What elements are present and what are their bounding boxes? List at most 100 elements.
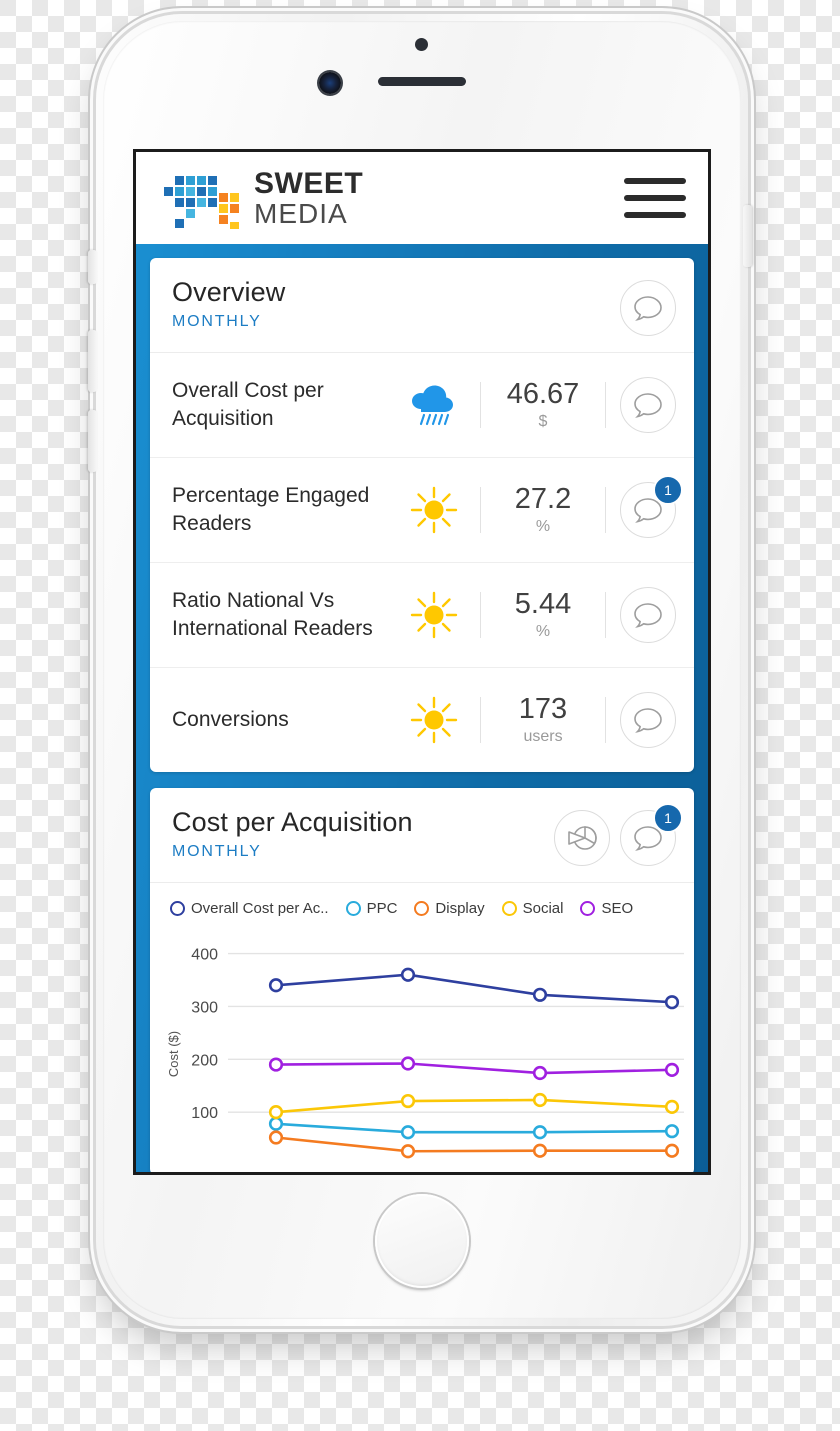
row-divider bbox=[605, 382, 606, 428]
legend-item[interactable]: SEO bbox=[580, 900, 633, 917]
speech-bubble-icon bbox=[634, 392, 662, 418]
overview-card-titles: Overview MONTHLY bbox=[172, 277, 620, 331]
row-divider bbox=[605, 592, 606, 638]
legend-item[interactable]: Overall Cost per Ac.. bbox=[170, 900, 329, 917]
legend-label: SEO bbox=[601, 900, 634, 917]
y-axis-tick-label: 200 bbox=[191, 1052, 218, 1069]
legend-swatch-ppc bbox=[345, 901, 361, 916]
data-point bbox=[532, 1143, 548, 1158]
metric-comment-button[interactable]: 1 bbox=[620, 475, 683, 538]
legend-item[interactable]: Social bbox=[501, 900, 563, 917]
chart-drilldown-button[interactable] bbox=[554, 810, 610, 866]
y-axis-tick-label: 400 bbox=[191, 947, 218, 964]
metric-label: Ratio National Vs International Readers bbox=[172, 589, 373, 640]
metric-row[interactable]: Overall Cost per Acquisition 46.67 $ bbox=[150, 353, 694, 458]
series-line-Overall Cost per Ac.. bbox=[275, 973, 673, 1004]
sun-icon bbox=[410, 696, 458, 744]
row-divider bbox=[480, 697, 481, 743]
app-header: SWEET MEDIA bbox=[136, 152, 708, 244]
data-point bbox=[400, 1093, 416, 1109]
data-point bbox=[532, 987, 548, 1002]
legend-swatch-social bbox=[501, 901, 517, 916]
metric-value: 27.2 bbox=[514, 482, 572, 515]
data-point bbox=[664, 995, 680, 1010]
legend-swatch-overall bbox=[170, 901, 185, 916]
chart-comment-button[interactable]: 1 bbox=[620, 803, 683, 866]
rain-cloud-icon bbox=[412, 385, 453, 426]
pie-arrow-drilldown-icon bbox=[568, 826, 597, 850]
legend-item[interactable]: Display bbox=[414, 900, 485, 917]
front-camera-icon bbox=[319, 72, 341, 94]
chart-plot-area[interactable]: 100 200 300 400 Cost ($) bbox=[150, 923, 694, 1175]
sun-icon bbox=[410, 591, 458, 639]
hamburger-bar bbox=[624, 212, 686, 218]
overview-header-actions bbox=[620, 280, 676, 336]
row-divider bbox=[480, 382, 481, 428]
series-line-PPC bbox=[275, 1122, 673, 1134]
brand-logo[interactable]: SWEET MEDIA bbox=[162, 167, 363, 229]
y-axis-tick-label: 100 bbox=[191, 1105, 218, 1122]
comment-count-badge: 1 bbox=[653, 475, 683, 505]
metric-label: Overall Cost per Acquisition bbox=[172, 379, 324, 430]
chart-title: Cost per Acquisition bbox=[172, 807, 413, 837]
row-divider bbox=[605, 487, 606, 533]
brand-name-top: SWEET bbox=[254, 166, 364, 200]
metric-value-block: 5.44 % bbox=[495, 587, 591, 641]
pixel-map-logo-icon bbox=[164, 176, 239, 229]
legend-swatch-display bbox=[414, 901, 430, 916]
sun-icon bbox=[410, 486, 458, 534]
metric-label: Conversions bbox=[172, 708, 289, 732]
overview-comment-button[interactable] bbox=[620, 280, 676, 336]
data-point bbox=[268, 1105, 284, 1120]
overview-card: Overview MONTHLY Overall Cost per Acquis… bbox=[150, 258, 694, 772]
comment-count-badge: 1 bbox=[653, 803, 683, 833]
phone-screen: SWEET MEDIA Overview MONTHLY Overall Cos… bbox=[133, 149, 711, 1175]
power-button[interactable] bbox=[743, 205, 752, 267]
overview-title: Overview bbox=[172, 277, 286, 307]
home-button[interactable] bbox=[375, 1194, 469, 1288]
volume-up-button[interactable] bbox=[88, 330, 97, 392]
legend-item[interactable]: PPC bbox=[345, 900, 397, 917]
data-point bbox=[268, 1116, 284, 1131]
earpiece-speaker bbox=[378, 77, 466, 86]
data-point bbox=[532, 1065, 548, 1081]
data-point bbox=[664, 1124, 680, 1139]
chart-legend: Overall Cost per Ac.. PPC Display Social… bbox=[150, 883, 694, 923]
legend-label: Overall Cost per Ac.. bbox=[191, 900, 329, 917]
y-axis-title: Cost ($) bbox=[166, 1031, 181, 1077]
metric-row[interactable]: Percentage Engaged Readers 27.2 % 1 bbox=[150, 458, 694, 563]
metric-unit: % bbox=[535, 623, 551, 641]
metric-value-block: 46.67 $ bbox=[495, 377, 591, 431]
mute-switch[interactable] bbox=[88, 250, 97, 284]
cost-per-acquisition-card: Cost per Acquisition MONTHLY 1 Overall C… bbox=[150, 788, 694, 1175]
metric-value: 5.44 bbox=[514, 587, 572, 620]
speech-bubble-icon bbox=[634, 602, 662, 628]
metric-status-icon bbox=[402, 382, 466, 428]
cost-per-acquisition-line-chart[interactable]: 100 200 300 400 Cost ($) bbox=[156, 925, 694, 1175]
series-line-Display bbox=[275, 1136, 672, 1153]
metric-comment-button[interactable] bbox=[620, 692, 676, 748]
hamburger-bar bbox=[624, 195, 686, 201]
metric-comment-button[interactable] bbox=[620, 587, 676, 643]
data-point bbox=[664, 1062, 680, 1077]
metric-row[interactable]: Ratio National Vs International Readers bbox=[150, 563, 694, 668]
metric-unit: $ bbox=[538, 413, 548, 431]
metric-value-block: 173 users bbox=[495, 693, 591, 746]
metric-status-icon bbox=[402, 695, 466, 745]
hamburger-menu-icon[interactable] bbox=[624, 178, 686, 218]
chart-header-actions: 1 bbox=[554, 803, 683, 866]
metric-unit: % bbox=[535, 518, 551, 536]
data-point bbox=[400, 1144, 416, 1159]
data-point bbox=[400, 967, 416, 982]
speech-bubble-icon bbox=[634, 707, 662, 733]
metric-comment-button[interactable] bbox=[620, 377, 676, 433]
hamburger-bar bbox=[624, 178, 686, 184]
metric-label: Percentage Engaged Readers bbox=[172, 484, 370, 535]
brand-name-bottom: MEDIA bbox=[254, 197, 348, 229]
data-point bbox=[268, 1130, 284, 1145]
dashboard-body: Overview MONTHLY Overall Cost per Acquis… bbox=[136, 244, 708, 1175]
metric-row[interactable]: Conversions 173 users bbox=[150, 668, 694, 772]
metric-value: 46.67 bbox=[506, 377, 580, 410]
data-point bbox=[664, 1143, 680, 1158]
volume-down-button[interactable] bbox=[88, 410, 97, 472]
